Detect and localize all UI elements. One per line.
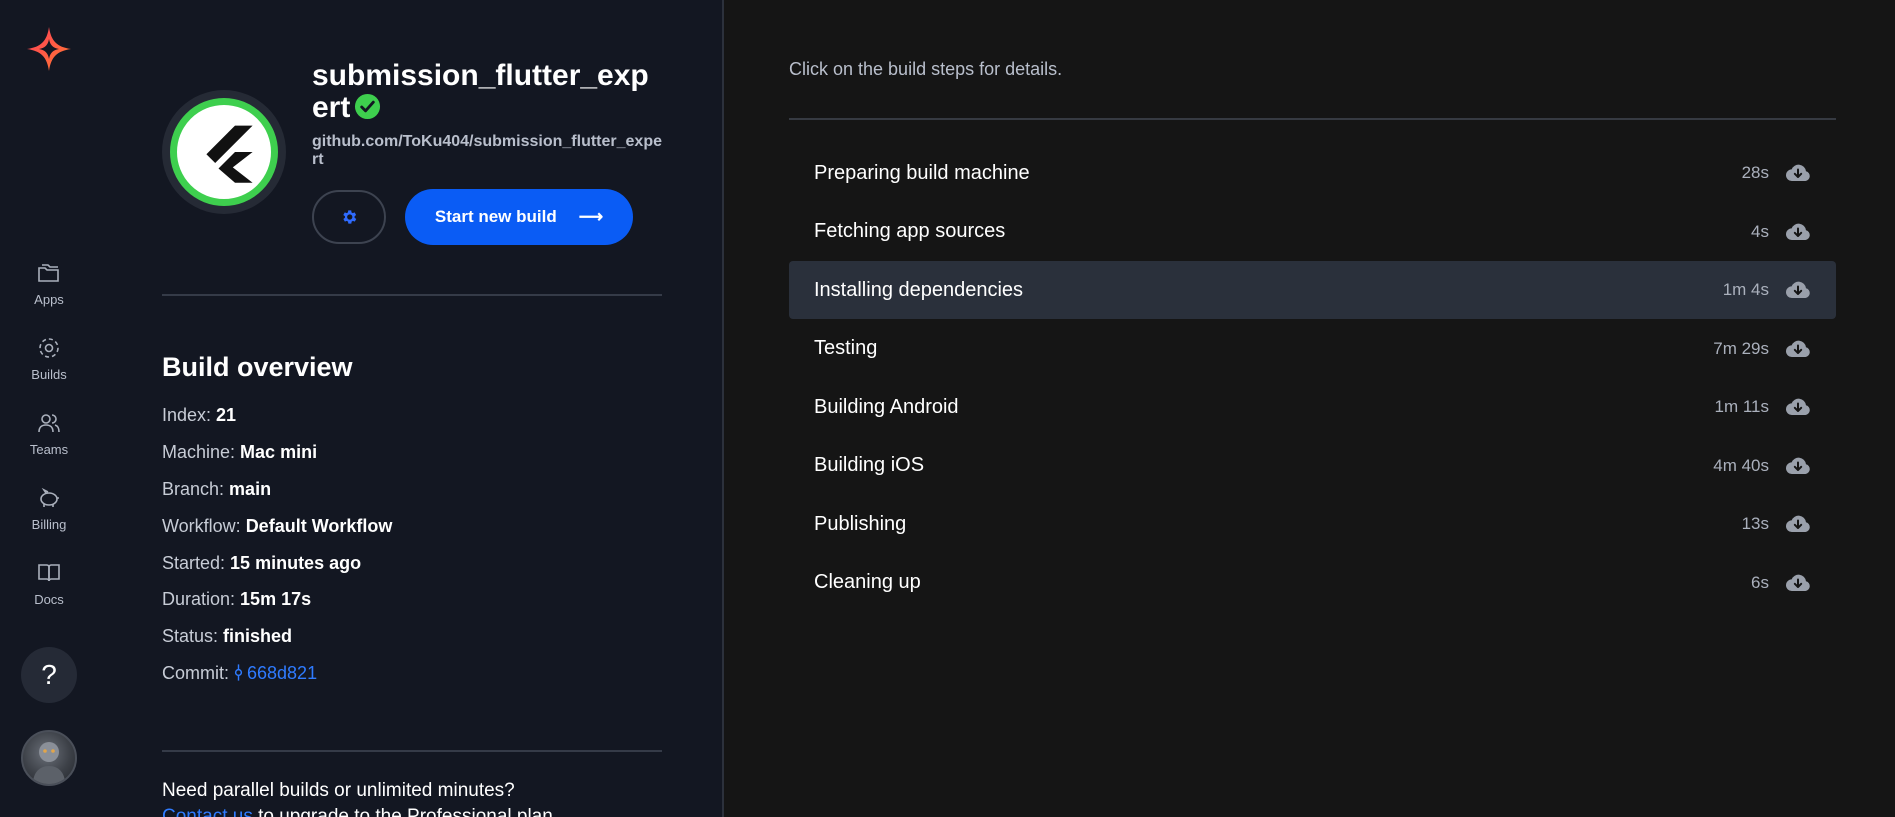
overview-commit: Commit: 668d821 [162, 663, 318, 683]
build-step-row[interactable]: Cleaning up 6s [789, 554, 1836, 612]
cloud-download-icon[interactable] [1785, 339, 1811, 359]
nav-item-builds[interactable]: Builds [0, 335, 98, 395]
app-icon-ring [170, 98, 278, 206]
cloud-download-icon[interactable] [1785, 222, 1811, 242]
promo-line: Need parallel builds or unlimited minute… [162, 780, 515, 801]
commit-icon [234, 664, 243, 681]
build-step-row[interactable]: Preparing build machine 28s [789, 144, 1836, 202]
overview-status: Status: finished [162, 626, 293, 646]
user-avatar-icon [33, 742, 65, 784]
divider [789, 118, 1836, 120]
arrow-right-icon: ⟶ [578, 207, 604, 226]
avatar[interactable] [21, 730, 77, 786]
build-step-duration: 4m 40s [1713, 455, 1769, 475]
cloud-download-icon[interactable] [1785, 163, 1811, 183]
upgrade-promo: Need parallel builds or unlimited minute… [162, 778, 558, 817]
nav-item-label: Docs [34, 592, 64, 607]
build-step-name: Installing dependencies [814, 278, 1024, 301]
nav-item-teams[interactable]: Teams [0, 410, 98, 470]
build-step-row[interactable]: Building Android 1m 11s [789, 378, 1836, 436]
build-overview-title: Build overview [162, 352, 353, 382]
nav-item-apps[interactable]: Apps [0, 260, 98, 320]
build-step-name: Testing [814, 337, 878, 359]
help-icon: ? [41, 659, 57, 690]
build-step-duration: 4s [1751, 221, 1769, 241]
build-step-row[interactable]: Publishing 13s [789, 495, 1836, 553]
users-icon [38, 414, 60, 433]
folder-icon [38, 264, 59, 282]
cloud-download-icon[interactable] [1785, 456, 1811, 476]
nav-item-label: Apps [34, 292, 64, 307]
build-step-duration: 13s [1741, 514, 1769, 533]
gear-icon [343, 210, 357, 224]
divider [162, 750, 662, 752]
help-button[interactable]: ? [21, 647, 77, 703]
start-build-label: Start new build [434, 207, 557, 226]
overview-machine: Machine: Mac mini [162, 442, 318, 462]
overview-index: Index: 21 [162, 405, 237, 425]
builds-icon [39, 338, 59, 358]
cloud-download-icon[interactable] [1785, 280, 1811, 300]
app-title: submission_flutter_expert [312, 60, 652, 124]
promo-line-2: Contact us to upgrade to the Professiona… [162, 804, 558, 817]
build-step-row[interactable]: Building iOS 4m 40s [789, 437, 1836, 495]
flutter-logo-icon [206, 125, 253, 183]
nav-item-label: Teams [29, 442, 69, 457]
cloud-download-icon[interactable] [1785, 514, 1811, 534]
book-icon [38, 564, 60, 582]
build-step-name: Building Android [814, 395, 959, 418]
verified-check-icon [355, 93, 381, 120]
overview-duration: Duration: 15m 17s [162, 589, 312, 609]
cloud-download-icon[interactable] [1785, 397, 1811, 417]
nav-item-label: Builds [31, 367, 67, 382]
build-info-panel: submission_flutter_expert github.com/ToK… [98, 0, 724, 817]
build-step-name: Preparing build machine [814, 161, 1030, 184]
nav-item-billing[interactable]: Billing [0, 485, 98, 545]
piggy-bank-icon [40, 487, 59, 507]
build-step-duration: 1m 11s [1714, 397, 1770, 416]
build-steps-hint: Click on the build steps for details. [789, 59, 1063, 79]
build-step-row[interactable]: Installing dependencies 1m 4s [789, 261, 1836, 319]
build-step-duration: 28s [1741, 163, 1769, 182]
nav-rail: Apps Builds Teams Billing Docs ? [0, 0, 98, 817]
build-step-name: Publishing [814, 512, 907, 535]
build-step-duration: 6s [1751, 572, 1769, 592]
overview-workflow: Workflow: Default Workflow [162, 516, 393, 536]
nav-item-label: Billing [31, 517, 67, 532]
build-step-row[interactable]: Testing 7m 29s [789, 320, 1836, 378]
overview-branch: Branch: main [162, 479, 272, 499]
build-step-name: Fetching app sources [814, 220, 1006, 242]
codemagic-logo-icon[interactable] [25, 25, 73, 73]
start-new-build-button[interactable]: Start new build ⟶ [405, 189, 633, 245]
build-step-row[interactable]: Fetching app sources 4s [789, 203, 1836, 261]
nav-item-docs[interactable]: Docs [0, 560, 98, 620]
build-step-name: Building iOS [814, 454, 925, 476]
build-step-name: Cleaning up [814, 571, 921, 593]
contact-us-link[interactable]: Contact us [162, 806, 253, 817]
build-step-duration: 7m 29s [1713, 338, 1769, 358]
commit-link[interactable]: 668d821 [247, 663, 317, 683]
repo-link[interactable]: github.com/ToKu404/submission_flutter_ex… [312, 133, 662, 169]
cloud-download-icon[interactable] [1785, 573, 1811, 593]
app-icon [162, 90, 286, 214]
overview-started: Started: 15 minutes ago [162, 553, 362, 573]
app-settings-button[interactable] [312, 190, 386, 244]
build-step-duration: 1m 4s [1722, 280, 1769, 299]
divider [162, 294, 662, 296]
